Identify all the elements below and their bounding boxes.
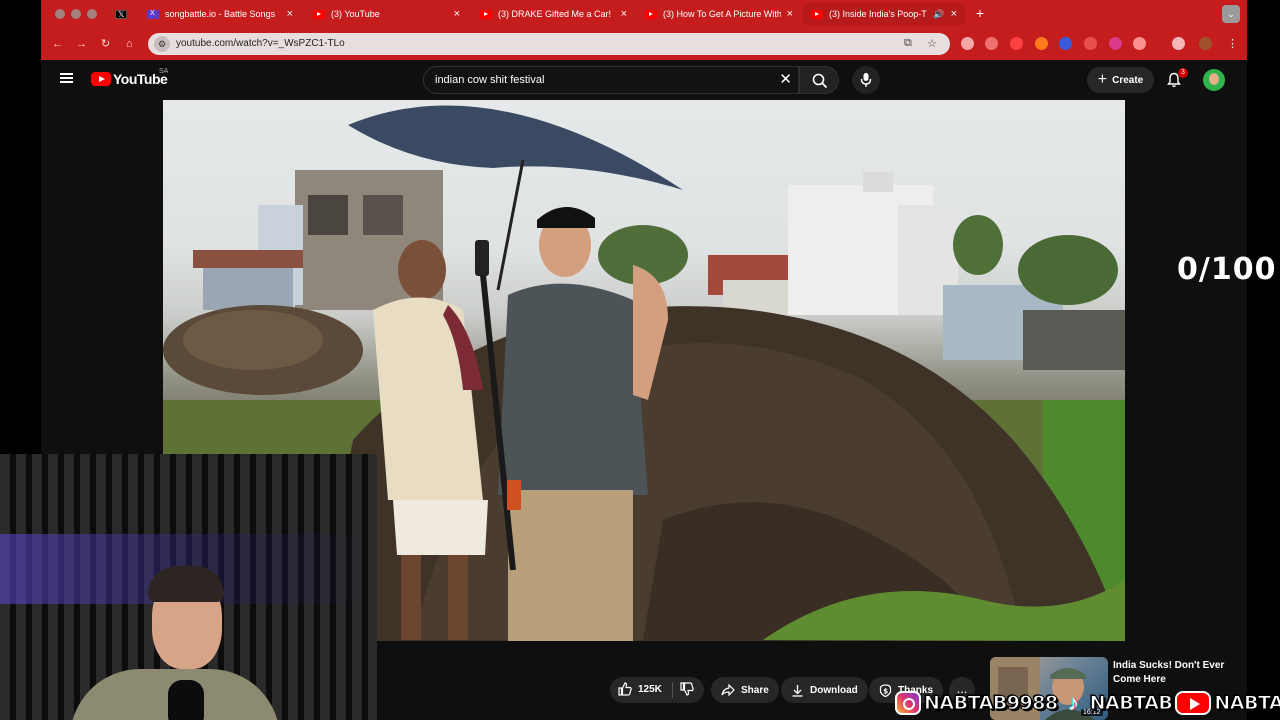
country-code: SA <box>159 68 169 75</box>
svg-text:$: $ <box>883 687 888 695</box>
search-input[interactable]: indian cow shit festival <box>435 74 544 86</box>
notification-count-badge: 3 <box>1178 68 1188 78</box>
clear-search-icon[interactable]: ✕ <box>779 71 792 89</box>
score-overlay: 0/100 <box>1177 252 1277 287</box>
recommended-title[interactable]: India Sucks! Don't Ever Come Here <box>1113 659 1247 687</box>
search-button[interactable] <box>799 66 839 94</box>
youtube-logo-icon[interactable] <box>91 72 111 86</box>
tab-search-icon[interactable]: ⌄ <box>1222 5 1240 23</box>
like-divider <box>672 682 673 698</box>
tab-title: (3) YouTube <box>331 9 380 19</box>
like-button[interactable]: 125K <box>618 682 662 696</box>
social-handles: NABTAB9988 ♪ NABTAB NABTAB <box>895 688 1280 718</box>
tab-title: (3) How To Get A Picture With <box>663 9 781 19</box>
close-tab-icon[interactable]: × <box>951 8 957 20</box>
youtube-icon <box>645 9 657 19</box>
profile-icon[interactable] <box>1199 37 1212 50</box>
microphone <box>168 680 204 720</box>
close-tab-icon[interactable]: × <box>454 8 460 20</box>
youtube-icon <box>480 9 492 19</box>
youtube-header: YouTube SA indian cow shit festival ✕ + … <box>41 60 1247 100</box>
menu-icon[interactable] <box>60 73 73 83</box>
tab-strip: songbattle.io - Battle Songs × (3) YouTu… <box>41 0 1247 28</box>
extension-icon[interactable] <box>1109 37 1122 50</box>
youtube-icon <box>313 9 325 19</box>
new-tab-button[interactable]: + <box>971 5 989 23</box>
reload-icon[interactable]: ↻ <box>101 37 110 51</box>
tab-youtube-home[interactable]: (3) YouTube × <box>305 3 468 25</box>
download-icon <box>792 684 803 697</box>
tab-title: songbattle.io - Battle Songs <box>165 9 276 19</box>
create-button[interactable]: + Create <box>1087 67 1154 93</box>
extension-icon[interactable] <box>985 37 998 50</box>
home-icon[interactable]: ⌂ <box>126 37 133 51</box>
create-label: Create <box>1112 74 1144 86</box>
extension-icon[interactable] <box>1035 37 1048 50</box>
browser-menu-icon[interactable]: ⋮ <box>1227 37 1238 51</box>
back-icon[interactable]: ← <box>52 37 63 51</box>
search-icon <box>812 73 828 89</box>
extensions-menu-icon[interactable] <box>1172 37 1185 50</box>
extension-icon[interactable] <box>1133 37 1146 50</box>
super-thanks-icon: $ <box>879 683 892 697</box>
tab-india-active[interactable]: (3) Inside India's Poop-T 🔊 × <box>803 3 965 25</box>
share-arrow-icon <box>721 684 735 696</box>
close-tab-icon[interactable]: × <box>621 8 627 20</box>
tab-picture[interactable]: (3) How To Get A Picture With × <box>637 3 801 25</box>
download-button[interactable]: Download <box>781 677 868 703</box>
extension-icon[interactable] <box>1010 37 1023 50</box>
search-box[interactable]: indian cow shit festival ✕ <box>423 66 799 94</box>
extension-icon[interactable] <box>1084 37 1097 50</box>
tiktok-icon: ♪ <box>1068 690 1080 715</box>
install-app-icon[interactable]: ⧉ <box>904 37 912 50</box>
url-text[interactable]: youtube.com/watch?v=_WsPZC1-TLo <box>176 38 345 49</box>
youtube-icon <box>811 9 823 19</box>
tiktok-handle: NABTAB <box>1089 692 1173 715</box>
youtube-handle: NABTAB <box>1214 692 1280 715</box>
share-label: Share <box>741 684 769 696</box>
download-label: Download <box>810 684 858 696</box>
close-tab-icon[interactable]: × <box>787 8 793 20</box>
tab-x[interactable] <box>107 3 139 25</box>
youtube-social-icon <box>1175 691 1212 715</box>
tab-drake[interactable]: (3) DRAKE Gifted Me a Car! × <box>472 3 635 25</box>
x-logo-icon <box>115 9 127 19</box>
audio-playing-icon[interactable]: 🔊 <box>933 9 944 20</box>
bookmark-star-icon[interactable]: ☆ <box>927 37 937 50</box>
songbattle-icon <box>147 9 159 19</box>
thumbs-up-icon <box>618 682 632 696</box>
site-info-icon[interactable]: ⚙ <box>154 36 170 52</box>
webcam-overlay <box>0 454 377 720</box>
microphone-icon <box>860 73 872 87</box>
like-count: 125K <box>638 683 662 695</box>
instagram-icon <box>895 691 921 715</box>
tab-title: (3) Inside India's Poop-T <box>829 9 927 19</box>
maximize-window-dot[interactable] <box>87 9 97 19</box>
extension-icon[interactable] <box>961 37 974 50</box>
instagram-handle: NABTAB9988 <box>924 692 1059 715</box>
plus-icon: + <box>1097 71 1108 88</box>
close-tab-icon[interactable]: × <box>287 8 293 20</box>
account-avatar[interactable] <box>1203 69 1225 91</box>
streamer-hair <box>148 566 224 602</box>
address-bar[interactable]: ⚙ youtube.com/watch?v=_WsPZC1-TLo ⧉ ☆ <box>148 33 950 55</box>
minimize-window-dot[interactable] <box>71 9 81 19</box>
share-button[interactable]: Share <box>711 677 779 703</box>
like-dislike-group: 125K <box>610 677 704 703</box>
thumbs-down-icon[interactable] <box>680 682 694 696</box>
voice-search-button[interactable] <box>852 66 880 94</box>
tab-title: (3) DRAKE Gifted Me a Car! <box>498 9 612 19</box>
extension-icon[interactable] <box>1059 37 1072 50</box>
close-window-dot[interactable] <box>55 9 65 19</box>
tab-songbattle[interactable]: songbattle.io - Battle Songs × <box>139 3 301 25</box>
forward-icon[interactable]: → <box>76 37 87 51</box>
